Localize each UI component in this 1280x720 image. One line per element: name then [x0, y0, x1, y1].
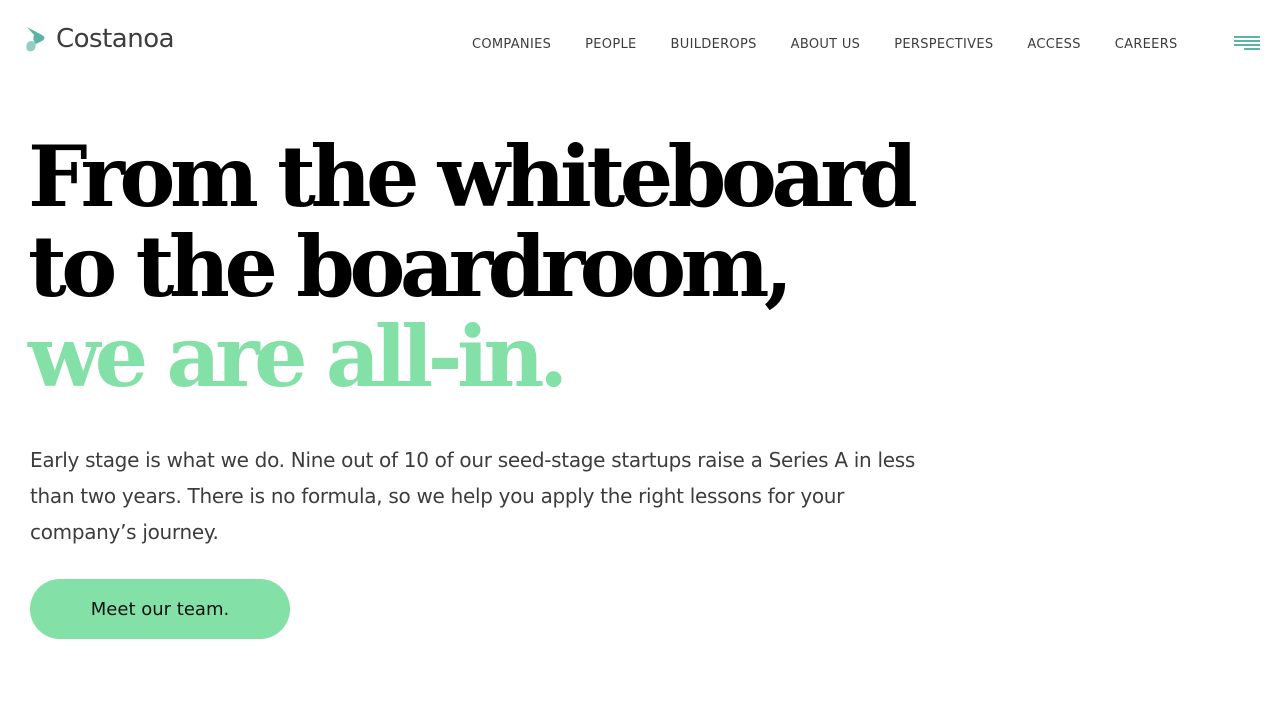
logo-link[interactable]: Costanoa	[24, 24, 175, 54]
hamburger-menu-icon[interactable]	[1234, 35, 1260, 53]
headline-line-1: From the whiteboard	[28, 127, 918, 226]
costanoa-chevron-icon	[26, 27, 45, 52]
logo-wordmark: Costanoa	[56, 24, 175, 54]
hero-lead-text: Early stage is what we do. Nine out of 1…	[30, 448, 915, 544]
headline-line-2: to the boardroom,	[28, 217, 793, 316]
nav-item-perspectives[interactable]: PERSPECTIVES	[894, 37, 993, 52]
nav-item-careers[interactable]: CAREERS	[1115, 37, 1178, 52]
meet-our-team-button[interactable]: Meet our team.	[30, 579, 290, 639]
main-nav: COMPANIES PEOPLE BUILDEROPS ABOUT US PER…	[472, 35, 1178, 53]
hero-headline: From the whiteboard to the boardroom, we…	[28, 127, 918, 406]
nav-item-about-us[interactable]: ABOUT US	[791, 37, 861, 52]
nav-item-people[interactable]: PEOPLE	[585, 37, 636, 52]
headline-accent: we are all-in.	[28, 307, 568, 406]
nav-item-access[interactable]: ACCESS	[1027, 37, 1080, 52]
nav-item-companies[interactable]: COMPANIES	[472, 37, 551, 52]
nav-item-builderops[interactable]: BUILDEROPS	[671, 37, 757, 52]
